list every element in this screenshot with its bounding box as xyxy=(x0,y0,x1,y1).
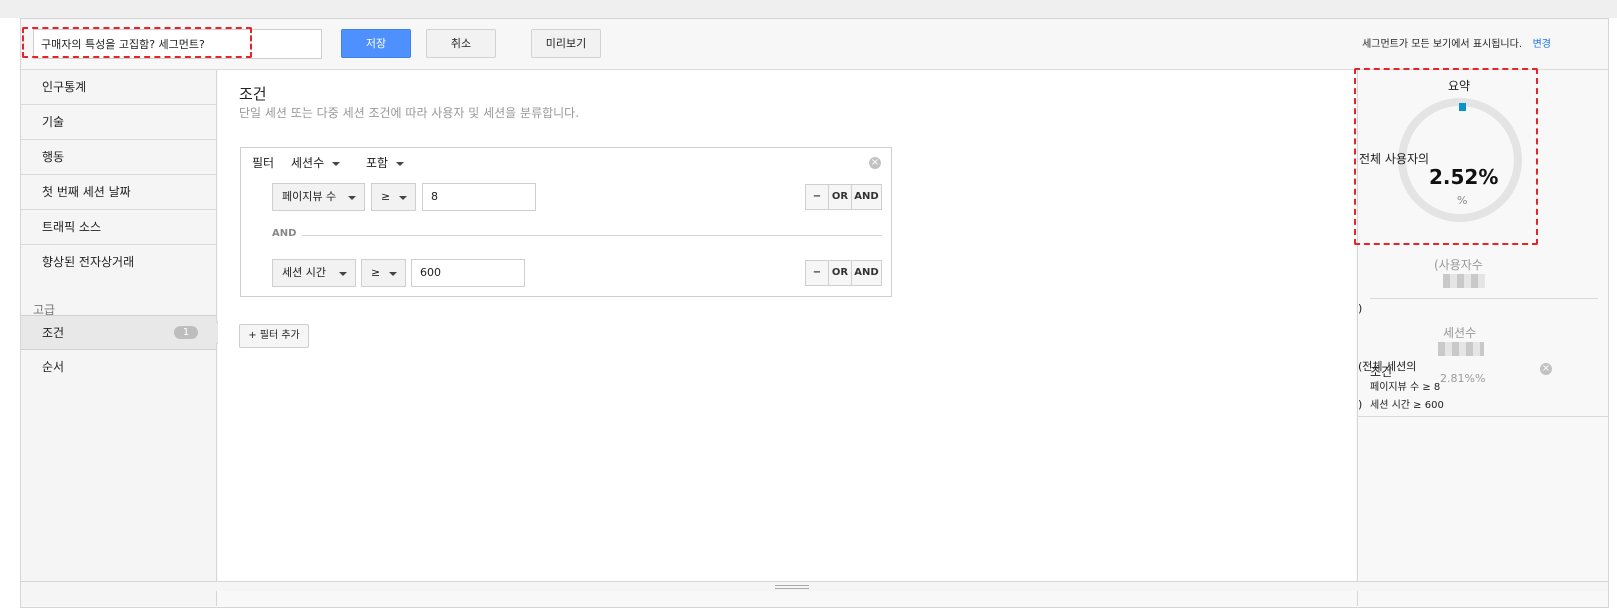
divider xyxy=(1358,416,1608,417)
and-separator: AND xyxy=(272,228,297,239)
sidebar-item-label: 향상된 전자상거래 xyxy=(42,255,135,269)
condition-value-input[interactable]: 8 xyxy=(422,183,536,211)
page-title: 조건 xyxy=(239,85,267,103)
chevron-down-icon xyxy=(339,272,347,276)
sidebar-item-label: 트래픽 소스 xyxy=(42,220,102,234)
sidebar-item-conditions[interactable]: 조건 1 xyxy=(21,315,229,350)
condition-value-input[interactable]: 600 xyxy=(411,259,525,287)
summary-panel: 요약 전체 사용자의 2.52% % (사용자수 ) 세션수 (전체 세션의 2… xyxy=(1354,68,1608,606)
sidebar-item-label: 조건 xyxy=(42,326,65,340)
sessions-label: 세션수 xyxy=(1443,326,1477,340)
segment-toolbar: 구매자의 특성을 고집함? 세그먼트? 저장 취소 미리보기 세그먼트가 모든 … xyxy=(21,19,1608,70)
dimension-value: 페이지뷰 수 xyxy=(282,190,337,203)
sidebar-item-behavior[interactable]: 행동 xyxy=(21,140,216,175)
divider xyxy=(302,235,882,236)
sidebar-item-demographics[interactable]: 인구통계 xyxy=(21,70,216,105)
filter-group: 필터 세션수 포함 × 페이지뷰 수 ≥ 8 − OR AND AND 세션 시… xyxy=(240,147,892,297)
change-visibility-link[interactable]: 변경 xyxy=(1533,35,1551,50)
sidebar-item-traffic-sources[interactable]: 트래픽 소스 xyxy=(21,210,216,245)
divider xyxy=(1370,298,1598,299)
condition-summary-line: 세션 시간 ≥ 600 xyxy=(1370,400,1444,411)
or-button[interactable]: OR xyxy=(828,260,852,286)
remove-filter-icon[interactable]: × xyxy=(869,157,881,169)
top-bar xyxy=(0,0,1617,18)
conditions-close-paren: ) xyxy=(1358,398,1363,411)
preview-button[interactable]: 미리보기 xyxy=(531,29,601,58)
or-button[interactable]: OR xyxy=(828,184,852,210)
sidebar-item-label: 순서 xyxy=(42,360,65,374)
operator-dropdown[interactable]: ≥ xyxy=(361,259,406,287)
visibility-notice: 세그먼트가 모든 보기에서 표시됩니다. xyxy=(1362,39,1522,50)
users-count-redacted xyxy=(1443,274,1485,288)
remove-summary-icon[interactable]: × xyxy=(1540,363,1552,375)
highlight-summary-box xyxy=(1354,68,1538,245)
remove-condition-button[interactable]: − xyxy=(805,260,829,286)
chevron-down-icon xyxy=(396,161,405,166)
dimension-dropdown[interactable]: 세션 시간 xyxy=(272,259,356,287)
filter-scope-dropdown[interactable]: 세션수 xyxy=(291,154,341,171)
resize-handle[interactable] xyxy=(21,581,1608,591)
cancel-button[interactable]: 취소 xyxy=(426,29,496,58)
operator-value: ≥ xyxy=(381,190,391,203)
sessions-count-redacted xyxy=(1438,342,1484,356)
sidebar-item-label: 인구통계 xyxy=(42,80,87,94)
chevron-down-icon xyxy=(332,161,341,166)
grip-icon xyxy=(775,585,809,589)
chevron-down-icon xyxy=(389,272,397,276)
sidebar-item-label: 기술 xyxy=(42,115,65,129)
filter-mode-dropdown[interactable]: 포함 xyxy=(366,154,405,171)
highlight-name-box xyxy=(22,27,252,58)
sessions-percent: 2.81%% xyxy=(1440,372,1486,385)
operator-dropdown[interactable]: ≥ xyxy=(371,183,416,211)
conditions-panel: 조건 단일 세션 또는 다중 세션 조건에 따라 사용자 및 세션을 분류합니다… xyxy=(218,70,1356,582)
condition-summary-line: 페이지뷰 수 ≥ 8 xyxy=(1370,382,1441,393)
users-close-paren: ) xyxy=(1358,302,1363,315)
sidebar-item-label: 첫 번째 세션 날짜 xyxy=(42,185,131,199)
add-filter-button[interactable]: + 필터 추가 xyxy=(239,324,309,348)
page-subtitle: 단일 세션 또는 다중 세션 조건에 따라 사용자 및 세션을 분류합니다. xyxy=(239,106,580,120)
save-button[interactable]: 저장 xyxy=(341,29,411,58)
remove-condition-button[interactable]: − xyxy=(805,184,829,210)
filter-scope-value: 세션수 xyxy=(291,156,325,170)
sidebar-item-enhanced-ecommerce[interactable]: 향상된 전자상거래 xyxy=(21,245,216,280)
operator-value: ≥ xyxy=(371,266,381,279)
chevron-down-icon xyxy=(348,196,356,200)
users-label: (사용자수 xyxy=(1434,258,1483,272)
and-button[interactable]: AND xyxy=(851,184,882,210)
segment-editor: 구매자의 특성을 고집함? 세그먼트? 저장 취소 미리보기 세그먼트가 모든 … xyxy=(20,18,1609,608)
filter-mode-value: 포함 xyxy=(366,156,389,170)
sidebar-item-technology[interactable]: 기술 xyxy=(21,105,216,140)
dimension-dropdown[interactable]: 페이지뷰 수 xyxy=(272,183,365,211)
dimension-value: 세션 시간 xyxy=(282,266,326,279)
sidebar-item-label: 행동 xyxy=(42,150,65,164)
and-button[interactable]: AND xyxy=(851,260,882,286)
chevron-down-icon xyxy=(399,196,407,200)
sidebar-item-first-session-date[interactable]: 첫 번째 세션 날짜 xyxy=(21,175,216,210)
sidebar-item-sequences[interactable]: 순서 xyxy=(21,350,216,385)
sidebar: 인구통계 기술 행동 첫 번째 세션 날짜 트래픽 소스 향상된 전자상거래 고… xyxy=(21,70,229,606)
filter-label: 필터 xyxy=(252,156,275,170)
conditions-count-badge: 1 xyxy=(174,326,198,339)
